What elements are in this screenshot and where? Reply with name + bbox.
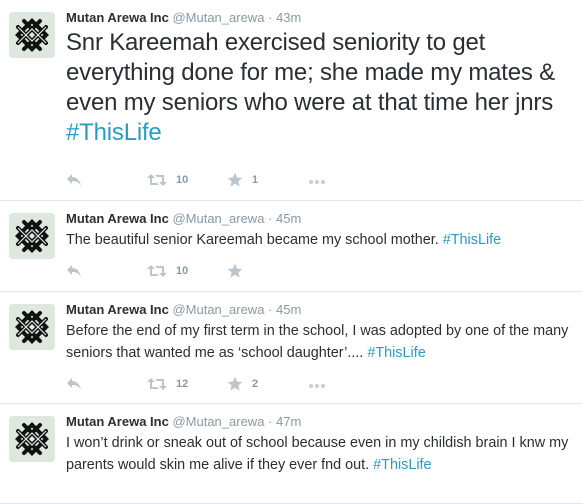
knot-logo-icon — [9, 416, 55, 462]
tweet[interactable]: Mutan Arewa Inc @Mutan_arewa · 43m Snr K… — [0, 0, 583, 201]
reply-button[interactable] — [66, 261, 82, 281]
more-dots-icon — [309, 375, 327, 393]
header-separator: · — [268, 302, 273, 317]
hashtag-link[interactable]: #ThisLife — [373, 457, 431, 473]
retweet-icon — [147, 174, 167, 186]
retweet-count: 10 — [176, 265, 189, 277]
reply-icon — [67, 174, 81, 186]
avatar[interactable] — [9, 416, 55, 462]
tweet-timestamp[interactable]: 47m — [276, 414, 301, 429]
avatar[interactable] — [9, 12, 55, 58]
author-handle[interactable]: @Mutan_arewa — [172, 211, 264, 226]
knot-logo-icon — [9, 304, 55, 350]
retweet-count: 12 — [176, 378, 189, 390]
tweet[interactable]: Mutan Arewa Inc @Mutan_arewa · 45m Befor… — [0, 292, 583, 404]
author-name[interactable]: Mutan Arewa Inc — [66, 10, 169, 25]
tweet-timeline: Mutan Arewa Inc @Mutan_arewa · 43m Snr K… — [0, 0, 583, 504]
retweet-count: 10 — [176, 174, 189, 186]
header-separator: · — [268, 211, 273, 226]
knot-logo-icon — [9, 12, 55, 58]
author-handle[interactable]: @Mutan_arewa — [172, 414, 264, 429]
tweet-text: Snr Kareemah exercised seniority to get … — [66, 28, 575, 148]
tweet-timestamp[interactable]: 45m — [276, 211, 301, 226]
more-button[interactable] — [309, 170, 327, 190]
avatar[interactable] — [9, 304, 55, 350]
retweet-button[interactable]: 10 — [147, 170, 188, 190]
author-name[interactable]: Mutan Arewa Inc — [66, 414, 169, 429]
retweet-button[interactable]: 12 — [147, 374, 188, 394]
retweet-button[interactable]: 10 — [147, 261, 188, 281]
more-button[interactable] — [309, 374, 327, 394]
more-dots-icon — [309, 171, 327, 189]
reply-button[interactable] — [66, 170, 82, 190]
hashtag-link[interactable]: #ThisLife — [443, 232, 501, 248]
tweet-timestamp[interactable]: 45m — [276, 302, 301, 317]
star-icon — [227, 263, 243, 278]
tweet-body: Snr Kareemah exercised seniority to get … — [66, 29, 555, 116]
tweet-body: Before the end of my first term in the s… — [66, 323, 569, 361]
reply-icon — [67, 265, 81, 277]
tweet[interactable]: Mutan Arewa Inc @Mutan_arewa · 45m The b… — [0, 201, 583, 292]
star-icon — [227, 376, 243, 391]
favorite-button[interactable]: 1 — [227, 170, 258, 190]
header-separator: · — [268, 10, 273, 25]
tweet-text: The beautiful senior Kareemah became my … — [66, 229, 575, 251]
author-name[interactable]: Mutan Arewa Inc — [66, 211, 169, 226]
retweet-icon — [147, 265, 167, 277]
tweet-timestamp[interactable]: 43m — [276, 10, 301, 25]
avatar[interactable] — [9, 213, 55, 259]
header-separator: · — [268, 414, 273, 429]
favorite-count: 1 — [252, 174, 259, 186]
tweet-text: I won’t drink or sneak out of school bec… — [66, 432, 575, 476]
retweet-icon — [147, 378, 167, 390]
tweet[interactable]: Mutan Arewa Inc @Mutan_arewa · 47m I won… — [0, 404, 583, 504]
author-handle[interactable]: @Mutan_arewa — [172, 302, 264, 317]
favorite-button[interactable] — [227, 261, 252, 281]
favorite-count: 2 — [252, 378, 259, 390]
author-name[interactable]: Mutan Arewa Inc — [66, 302, 169, 317]
favorite-button[interactable]: 2 — [227, 374, 258, 394]
tweet-text: Before the end of my first term in the s… — [66, 320, 575, 364]
author-handle[interactable]: @Mutan_arewa — [172, 10, 264, 25]
hashtag-link[interactable]: #ThisLife — [66, 119, 162, 146]
reply-icon — [67, 378, 81, 390]
knot-logo-icon — [9, 213, 55, 259]
star-icon — [227, 172, 243, 187]
reply-button[interactable] — [66, 374, 82, 394]
hashtag-link[interactable]: #ThisLife — [367, 345, 425, 361]
tweet-body: I won’t drink or sneak out of school bec… — [66, 435, 569, 473]
tweet-body: The beautiful senior Kareemah became my … — [66, 232, 443, 248]
